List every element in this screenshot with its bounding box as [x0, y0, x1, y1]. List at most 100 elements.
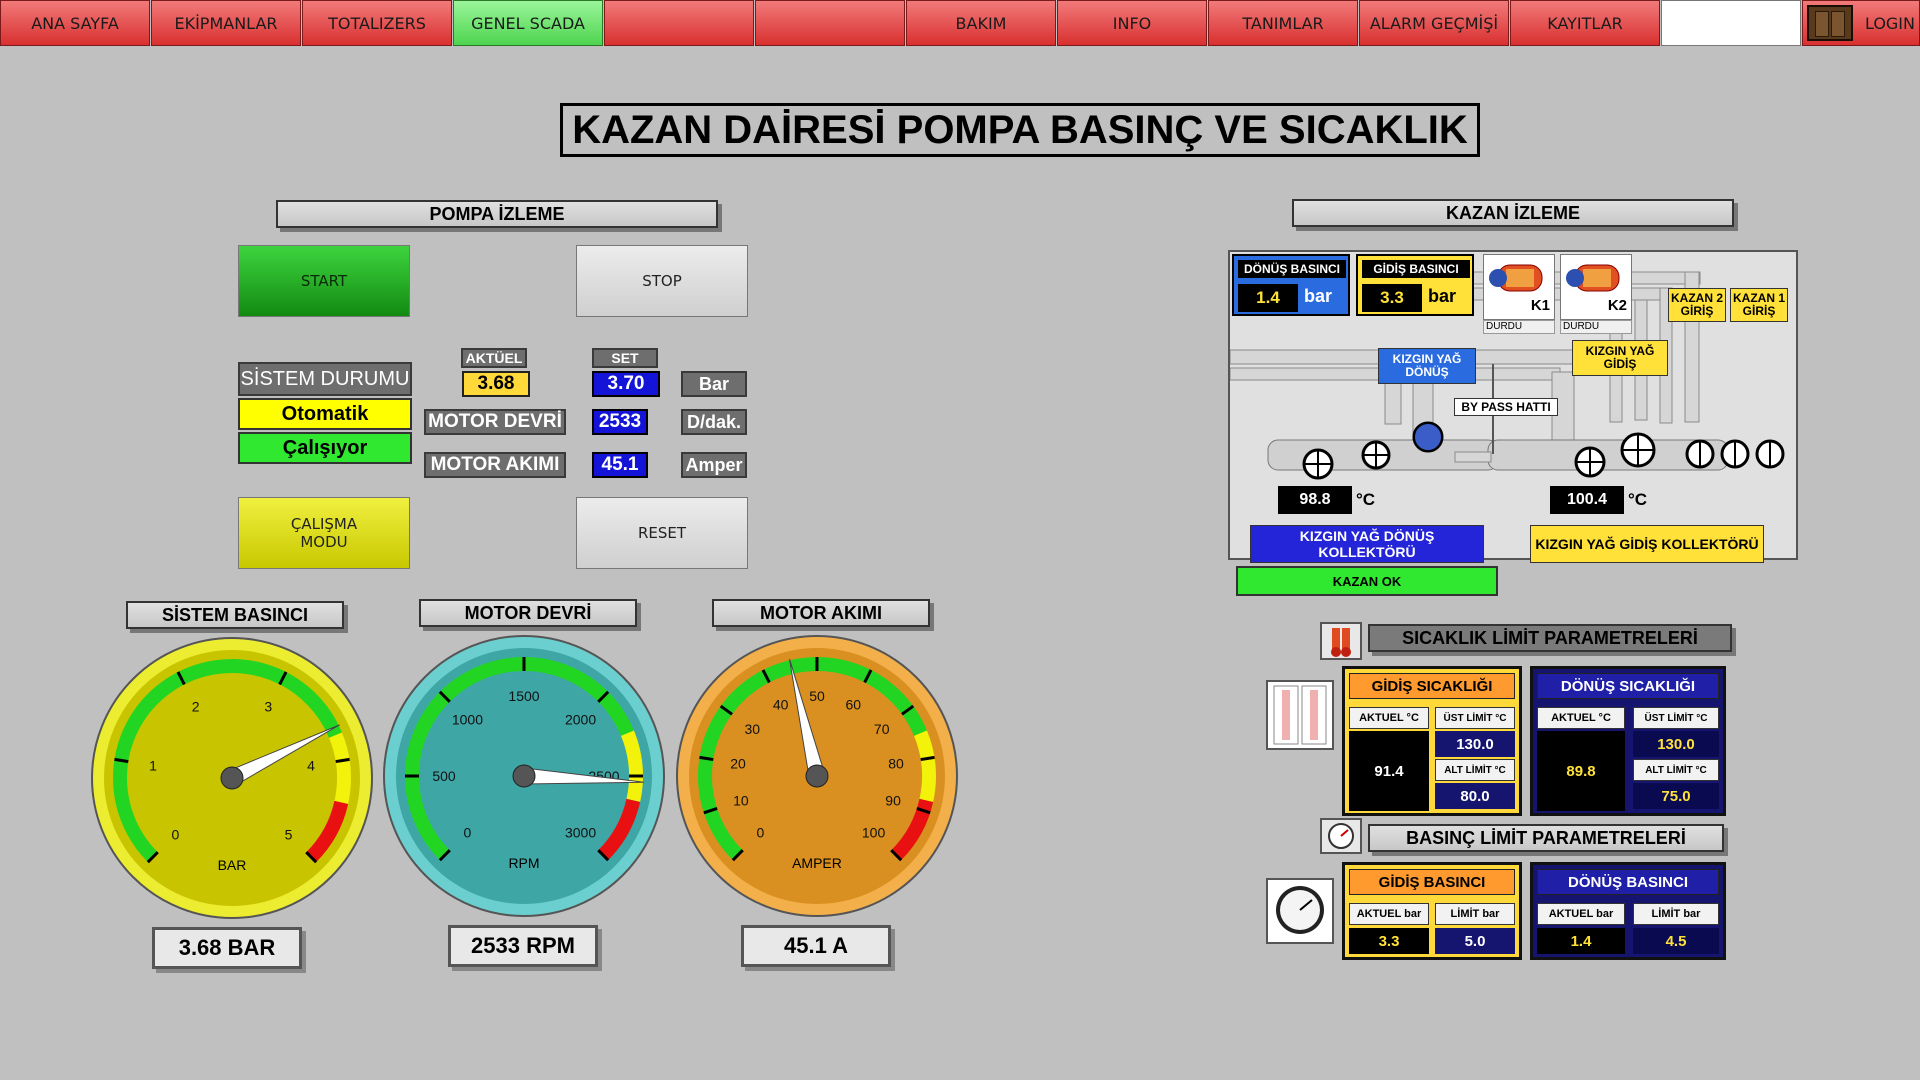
return-temp-lower-label: ALT LİMİT °C — [1633, 759, 1719, 781]
supply-pressure-limit-label: LİMİT bar — [1435, 903, 1515, 925]
gauge-tick-label: 0 — [172, 827, 180, 843]
door-icon — [1807, 5, 1853, 41]
nav-alarm-gecmisi[interactable]: ALARM GEÇMİŞİ — [1359, 0, 1509, 46]
readout-motor-speed: 2533 RPM — [448, 925, 598, 967]
return-temp-lower[interactable]: 75.0 — [1633, 783, 1719, 809]
gauge-tick-label: 40 — [773, 697, 789, 713]
hot-oil-return-tag: KIZGIN YAĞ DÖNÜŞ — [1378, 348, 1476, 384]
return-pressure-actual-label: AKTUEL bar — [1537, 903, 1625, 925]
gauge-band-yellow — [620, 730, 643, 802]
status-running: Çalışıyor — [238, 432, 412, 464]
start-button[interactable]: START — [238, 245, 410, 317]
pressure-set-value[interactable]: 3.70 — [592, 371, 660, 397]
top-nav: ANA SAYFA EKİPMANLAR TOTALIZERS GENEL SC… — [0, 0, 1920, 46]
gauge-hub — [220, 766, 244, 790]
nav-totalizers[interactable]: TOTALIZERS — [302, 0, 452, 46]
motor-speed-unit: D/dak. — [681, 409, 747, 435]
return-pressure-actual: 1.4 — [1537, 928, 1625, 954]
supply-temp-card: GİDİŞ SICAKLIĞI AKTUEL °C 91.4 ÜST LİMİT… — [1342, 666, 1522, 816]
nav-bakim[interactable]: BAKIM — [906, 0, 1056, 46]
nav-ekipmanlar[interactable]: EKİPMANLAR — [151, 0, 301, 46]
nav-empty-2[interactable] — [755, 0, 905, 46]
nav-genel-scada[interactable]: GENEL SCADA — [453, 0, 603, 46]
nav-ana-sayfa[interactable]: ANA SAYFA — [0, 0, 150, 46]
pressure-limits-header: BASINÇ LİMİT PARAMETRELERİ — [1368, 824, 1724, 852]
return-pressure-box: DÖNÜŞ BASINCI 1.4 bar — [1232, 254, 1350, 316]
supply-pressure-limit[interactable]: 5.0 — [1435, 928, 1515, 954]
gauge-unit-label: BAR — [218, 857, 247, 873]
stop-button[interactable]: STOP — [576, 245, 748, 317]
supply-temp-lower[interactable]: 80.0 — [1435, 783, 1515, 809]
return-pressure-unit: bar — [1304, 286, 1333, 306]
gauge-tick-label: 3000 — [565, 825, 596, 841]
gauge-hub — [805, 764, 829, 788]
kazan1-inlet-tag: KAZAN 1 GİRİŞ — [1730, 288, 1788, 322]
nav-empty-1[interactable] — [604, 0, 754, 46]
gauge-unit-label: AMPER — [792, 855, 842, 871]
boiler-k2-label: K2 — [1607, 297, 1627, 314]
supply-pressure-card: GİDİŞ BASINCI AKTUEL bar 3.3 LİMİT bar 5… — [1342, 862, 1522, 960]
col-actual-label: AKTÜEL — [461, 348, 527, 368]
boiler-k2[interactable]: K2 — [1560, 254, 1632, 320]
gauge-tick-label: 90 — [885, 793, 901, 809]
reset-button[interactable]: RESET — [576, 497, 748, 569]
return-pressure-label: DÖNÜŞ BASINCI — [1238, 260, 1346, 278]
boiler-diagram: DÖNÜŞ BASINCI 1.4 bar GİDİŞ BASINCI 3.3 … — [1228, 250, 1798, 563]
return-temp-value: 98.8 — [1278, 486, 1352, 514]
nav-info[interactable]: INFO — [1057, 0, 1207, 46]
temp-limits-header: SICAKLIK LİMİT PARAMETRELERİ — [1368, 624, 1732, 652]
gauge-band-yellow — [913, 730, 936, 802]
hot-oil-supply-tag: KIZGIN YAĞ GİDİŞ — [1572, 340, 1668, 376]
supply-temp-upper-label: ÜST LİMİT °C — [1435, 707, 1515, 729]
kazan2-inlet-tag: KAZAN 2 GİRİŞ — [1668, 288, 1726, 322]
supply-temp-upper[interactable]: 130.0 — [1435, 731, 1515, 757]
boiler-k1[interactable]: K1 — [1483, 254, 1555, 320]
gauge-tick-label: 100 — [862, 825, 886, 841]
boiler-k2-state: DURDU — [1560, 320, 1632, 334]
return-temp-upper[interactable]: 130.0 — [1633, 731, 1719, 757]
gauge-tick-label: 1500 — [508, 688, 539, 704]
gauge-band-yellow — [328, 732, 351, 804]
supply-temp-title: GİDİŞ SICAKLIĞI — [1349, 673, 1515, 699]
motor-speed-value: 2533 — [592, 409, 648, 435]
nav-kayitlar[interactable]: KAYITLAR — [1510, 0, 1660, 46]
login-button[interactable]: LOGIN — [1802, 0, 1920, 46]
gauge-tick-label: 30 — [744, 721, 760, 737]
motor-current-label: MOTOR AKIMI — [424, 452, 566, 478]
system-status-label: SİSTEM DURUMU — [238, 362, 412, 396]
gauge-tick-label: 10 — [733, 793, 749, 809]
supply-temp-actual: 91.4 — [1349, 731, 1429, 811]
gauge-tick-label: 3 — [264, 699, 272, 715]
boiler-ok-status: KAZAN OK — [1236, 566, 1498, 596]
return-temp-title: DÖNÜŞ SICAKLIĞI — [1537, 673, 1719, 699]
supply-pressure-label: GİDİŞ BASINCI — [1362, 260, 1470, 278]
operation-mode-label: ÇALIŞMA MODU — [290, 515, 358, 551]
gauge-tick-label: 50 — [809, 688, 825, 704]
gauge-tick-label: 5 — [285, 827, 293, 843]
boiler-k1-state: DURDU — [1483, 320, 1555, 334]
bypass-label: BY PASS HATTI — [1454, 398, 1558, 416]
supply-pressure-actual-label: AKTUEL bar — [1349, 903, 1429, 925]
gauge-tick-label: 1000 — [452, 711, 483, 727]
thermometer-icon — [1320, 622, 1362, 660]
return-temp-unit: °C — [1356, 490, 1376, 509]
return-temp-card: DÖNÜŞ SICAKLIĞI AKTUEL °C 89.8 ÜST LİMİT… — [1530, 666, 1726, 816]
nav-tanimlar[interactable]: TANIMLAR — [1208, 0, 1358, 46]
return-pressure-limit[interactable]: 4.5 — [1633, 928, 1719, 954]
pressure-actual-value: 3.68 — [462, 371, 530, 397]
operation-mode-button[interactable]: ÇALIŞMA MODU — [238, 497, 410, 569]
return-pressure-limit-label: LİMİT bar — [1633, 903, 1719, 925]
nav-blank-field[interactable] — [1661, 0, 1801, 46]
temperature-scale-icon — [1266, 680, 1334, 750]
gauge-tick-label: 20 — [730, 755, 746, 771]
gauge-tick-label: 4 — [307, 757, 315, 773]
supply-pressure-actual: 3.3 — [1349, 928, 1429, 954]
supply-pressure-unit: bar — [1428, 286, 1457, 306]
gauge-tick-label: 2 — [192, 699, 200, 715]
supply-temp-unit: °C — [1628, 490, 1648, 509]
return-pressure-value: 1.4 — [1238, 284, 1298, 312]
motor-current-value: 45.1 — [592, 452, 648, 478]
gauges-area: 012 345BAR050010001500200025003000RPM0102… — [91, 635, 958, 919]
supply-pressure-box: GİDİŞ BASINCI 3.3 bar — [1356, 254, 1474, 316]
col-set-label: SET — [592, 348, 658, 368]
